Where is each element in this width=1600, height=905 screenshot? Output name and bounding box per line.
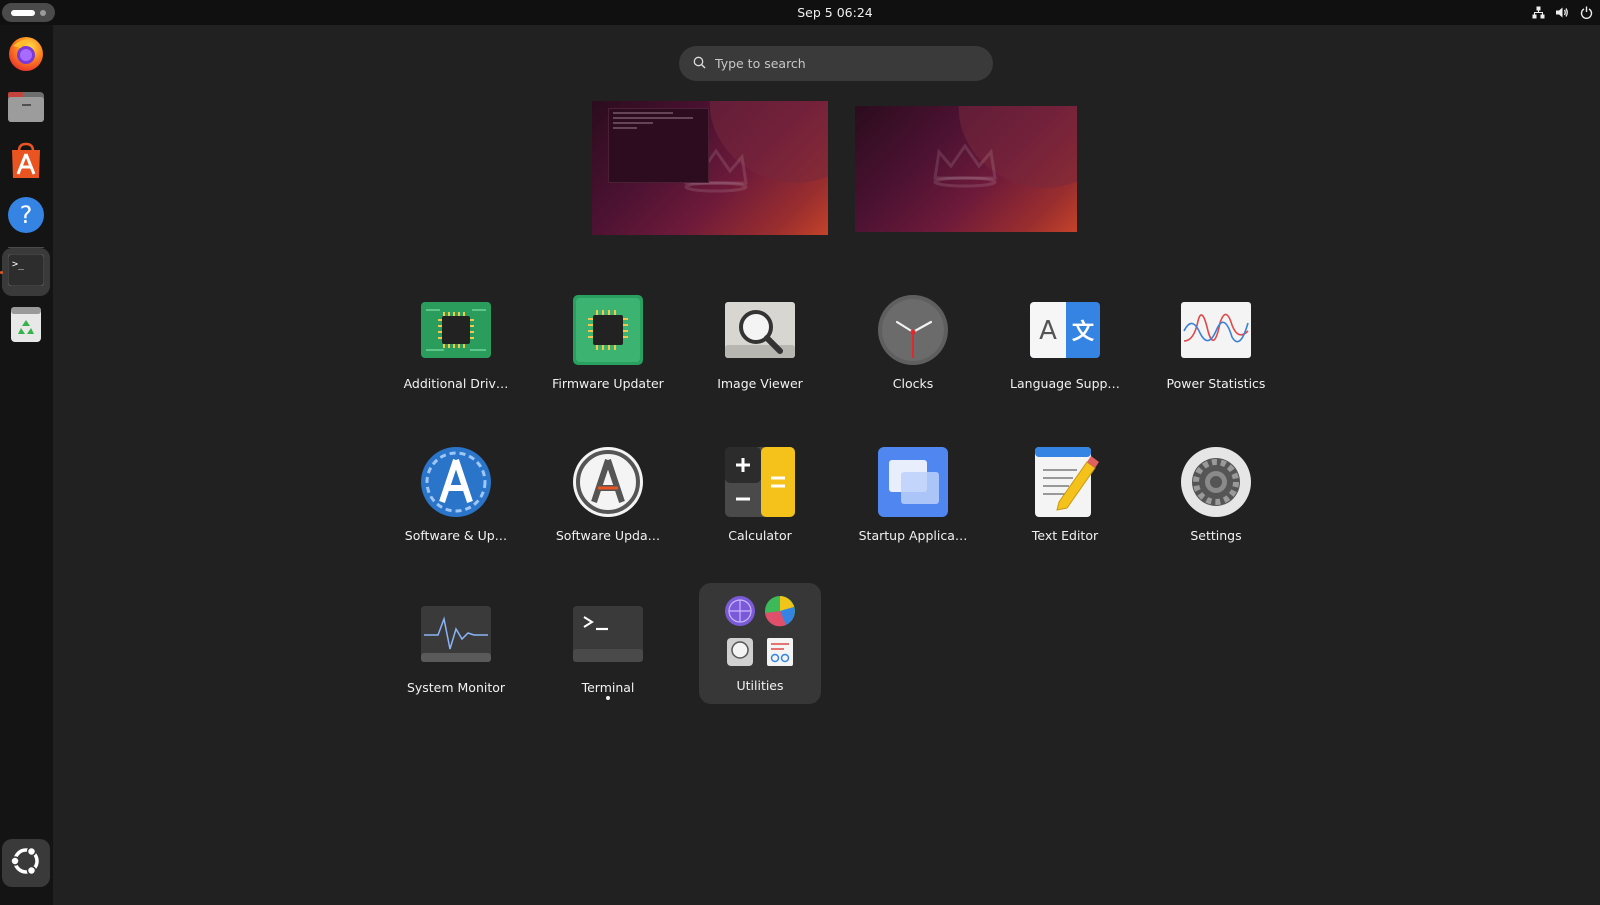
app-center-icon xyxy=(8,142,44,184)
dock-item-trash[interactable] xyxy=(2,302,50,350)
app-additional-drivers[interactable]: Additional Driv… xyxy=(386,280,526,398)
top-bar: Sep 5 06:24 xyxy=(0,0,1600,25)
settings-gear-icon xyxy=(1180,446,1252,518)
app-label: Software Upda… xyxy=(555,528,661,543)
app-clocks[interactable]: Clocks xyxy=(843,280,983,398)
app-label: Firmware Updater xyxy=(552,376,664,391)
app-label: Additional Driv… xyxy=(403,376,509,391)
app-image-viewer[interactable]: Image Viewer xyxy=(690,280,830,398)
app-terminal[interactable]: Terminal xyxy=(538,584,678,702)
software-sources-icon xyxy=(420,446,492,518)
app-label: Settings xyxy=(1190,528,1242,543)
ubuntu-logo-icon xyxy=(9,844,43,882)
svg-text:文: 文 xyxy=(1072,319,1095,345)
app-label: Terminal xyxy=(581,680,635,695)
app-label: Utilities xyxy=(736,678,784,693)
dock-item-app-center[interactable] xyxy=(2,139,50,187)
app-label: Calculator xyxy=(728,528,792,543)
firefox-icon xyxy=(7,34,45,76)
app-label: Software & Up… xyxy=(404,528,508,543)
network-icon[interactable] xyxy=(1530,5,1546,21)
system-monitor-icon xyxy=(420,598,492,670)
app-label: Text Editor xyxy=(1031,528,1099,543)
svg-text:>_: >_ xyxy=(12,259,25,270)
search-input[interactable] xyxy=(715,56,975,71)
app-text-editor[interactable]: Text Editor xyxy=(995,432,1135,550)
folder-utilities[interactable]: Utilities xyxy=(699,583,821,704)
running-indicator xyxy=(606,696,610,700)
system-tray[interactable] xyxy=(1530,0,1600,25)
wallpaper-crown-icon xyxy=(933,143,997,188)
language-icon: A 文 xyxy=(1029,294,1101,366)
running-indicator xyxy=(0,271,3,274)
app-label: Startup Applica… xyxy=(858,528,968,543)
software-updater-icon xyxy=(572,446,644,518)
app-label: Clocks xyxy=(892,376,934,391)
app-settings[interactable]: Settings xyxy=(1146,432,1286,550)
activities-button[interactable] xyxy=(2,3,55,22)
workspace-indicator-inactive xyxy=(40,10,46,16)
chip-green-icon xyxy=(420,294,492,366)
text-editor-icon xyxy=(1029,446,1101,518)
search-bar[interactable] xyxy=(679,46,993,81)
terminal-icon xyxy=(572,598,644,670)
trash-icon xyxy=(10,305,42,347)
app-label: Power Statistics xyxy=(1166,376,1266,391)
app-label: Language Supp… xyxy=(1010,376,1120,391)
app-software-and-updates[interactable]: Software & Up… xyxy=(386,432,526,550)
dock: ? >_ xyxy=(0,25,53,905)
app-firmware-updater[interactable]: Firmware Updater xyxy=(538,280,678,398)
terminal-window-thumbnail[interactable] xyxy=(608,108,709,183)
svg-text:?: ? xyxy=(20,201,33,229)
app-calculator[interactable]: Calculator xyxy=(690,432,830,550)
app-power-statistics[interactable]: Power Statistics xyxy=(1146,280,1286,398)
terminal-icon: >_ xyxy=(7,253,45,290)
help-icon: ? xyxy=(7,196,45,238)
app-software-updater[interactable]: Software Upda… xyxy=(538,432,678,550)
folder-icon xyxy=(724,595,796,667)
app-startup-applications[interactable]: Startup Applica… xyxy=(843,432,983,550)
app-label: System Monitor xyxy=(406,680,506,695)
volume-icon[interactable] xyxy=(1554,5,1570,21)
app-system-monitor[interactable]: System Monitor xyxy=(386,584,526,702)
clock-icon xyxy=(877,294,949,366)
datetime-label[interactable]: Sep 5 06:24 xyxy=(797,5,872,20)
show-apps-button[interactable] xyxy=(2,839,50,887)
dock-item-terminal[interactable]: >_ xyxy=(2,248,50,296)
workspace-thumbnail-2[interactable] xyxy=(855,106,1077,232)
search-icon xyxy=(693,54,706,73)
magnifier-image-icon xyxy=(724,294,796,366)
dock-item-firefox[interactable] xyxy=(2,31,50,79)
chip-firmware-icon xyxy=(572,294,644,366)
clock-area: Sep 5 06:24 xyxy=(0,0,1600,25)
calculator-icon xyxy=(724,446,796,518)
app-label: Image Viewer xyxy=(717,376,803,391)
power-graph-icon xyxy=(1180,294,1252,366)
files-icon xyxy=(7,90,45,128)
startup-apps-icon xyxy=(877,446,949,518)
app-language-support[interactable]: A 文 Language Supp… xyxy=(995,280,1135,398)
workspace-thumbnail-1[interactable] xyxy=(592,101,828,235)
workspace-indicator-active xyxy=(11,10,35,16)
power-icon[interactable] xyxy=(1578,5,1594,21)
svg-text:A: A xyxy=(1039,316,1057,346)
dock-item-help[interactable]: ? xyxy=(2,193,50,241)
dock-item-files[interactable] xyxy=(2,85,50,133)
